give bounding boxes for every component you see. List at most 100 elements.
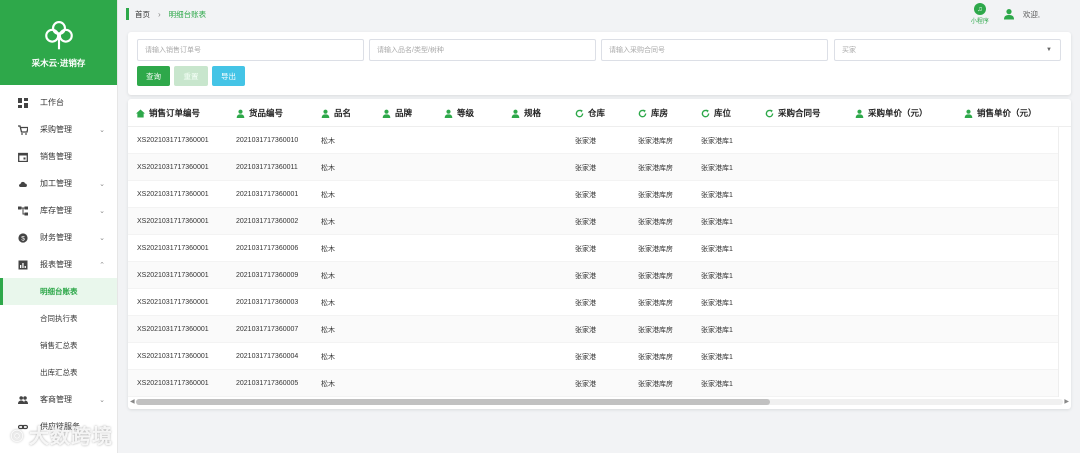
scroll-right-icon[interactable]: ▶	[1064, 398, 1069, 405]
table-row[interactable]: XS2021031717360001 2021031717360011 松木 张家港 张…	[128, 154, 1071, 181]
table-row[interactable]: XS2021031717360001 2021031717360005 松木 张家港 张…	[128, 370, 1071, 397]
column-header-label: 仓库	[588, 108, 606, 118]
table-row[interactable]: XS2021031717360001 2021031717360003 松木 张家港 张…	[128, 289, 1071, 316]
scrollbar-thumb[interactable]	[136, 399, 770, 405]
sidebar-subitem[interactable]: 销售汇总表	[0, 332, 117, 359]
column-header-label: 货品编号	[249, 108, 284, 118]
sidebar-item-label: 库存管理	[40, 206, 72, 215]
column-header[interactable]: 品牌	[382, 99, 412, 127]
table-cell: 张家港	[575, 245, 596, 253]
column-header[interactable]: 品名	[321, 99, 351, 127]
column-header[interactable]: 采购单价（元）	[855, 99, 928, 127]
table-row[interactable]: XS2021031717360001 2021031717360007 松木 张家港 张…	[128, 316, 1071, 343]
table-cell: XS2021031717360001	[137, 137, 209, 144]
table-row[interactable]: XS2021031717360001 2021031717360001 松木 张家港 张…	[128, 181, 1071, 208]
table-cell: 2021031717360010	[236, 137, 299, 144]
buyer-select-placeholder: 买家	[842, 47, 856, 54]
fixed-column-stub	[1058, 127, 1071, 397]
table-cell: XS2021031717360001	[137, 191, 209, 198]
table-cell: 张家港	[575, 218, 596, 226]
logo[interactable]: 采木云·进销存	[0, 0, 117, 85]
user-icon[interactable]	[1003, 8, 1015, 20]
table-cell: 松木	[321, 272, 335, 280]
person-icon	[964, 109, 973, 118]
buyer-select[interactable]: 买家 ▼	[834, 39, 1061, 61]
product-input[interactable]: 请输入品名/类型/树种	[369, 39, 596, 61]
scroll-left-icon[interactable]: ◀	[130, 398, 135, 405]
column-header[interactable]: 销售订单编号	[136, 99, 200, 127]
table-cell: 松木	[321, 164, 335, 172]
cart-icon	[18, 124, 28, 135]
calendar-icon	[18, 152, 28, 162]
table-row[interactable]: XS2021031717360001 2021031717360004 松木 张家港 张…	[128, 343, 1071, 370]
column-header[interactable]: 规格	[511, 99, 541, 127]
column-header-label: 采购合同号	[778, 108, 821, 118]
table-cell: 松木	[321, 353, 335, 361]
flow-icon	[18, 206, 28, 216]
chevron-right-icon: ›	[158, 9, 161, 19]
table-cell: 张家港	[575, 353, 596, 361]
table-cell: 张家港	[575, 164, 596, 172]
table-cell: XS2021031717360001	[137, 245, 209, 252]
table-row[interactable]: XS2021031717360001 2021031717360010 松木 张家港 张…	[128, 127, 1071, 154]
cloud-icon	[18, 179, 28, 189]
column-header[interactable]: 库房	[638, 99, 668, 127]
column-header-label: 库位	[714, 108, 732, 118]
sidebar-item[interactable]: 报表管理 ⌃	[0, 251, 117, 278]
table-cell: 张家港库1	[701, 164, 733, 172]
column-header[interactable]: 库位	[701, 99, 731, 127]
column-header-label: 库房	[651, 108, 669, 118]
sidebar-subitem[interactable]: 出库汇总表	[0, 359, 117, 386]
column-header[interactable]: 仓库	[575, 99, 605, 127]
sidebar-item[interactable]: 采购管理 ⌄	[0, 116, 117, 143]
sidebar-item[interactable]: 工作台	[0, 89, 117, 116]
table-row[interactable]: XS2021031717360001 2021031717360006 松木 张家港 张…	[128, 235, 1071, 262]
sidebar-item-label: 采购管理	[40, 125, 72, 134]
refresh-icon	[638, 108, 647, 118]
sidebar-item[interactable]: $ 财务管理 ⌄	[0, 224, 117, 251]
purchase-contract-input[interactable]: 请输入采购合同号	[601, 39, 828, 61]
column-header[interactable]: 销售单价（元）	[964, 99, 1037, 127]
column-header-label: 品牌	[395, 108, 413, 118]
tree-logo-icon	[44, 20, 73, 49]
column-header-label: 等级	[457, 108, 475, 118]
chevron-icon: ⌃	[99, 261, 105, 269]
column-header[interactable]: 采购合同号	[765, 99, 821, 127]
breadcrumb-home[interactable]: 首页	[135, 9, 150, 20]
sidebar-subitem[interactable]: 合同执行表	[0, 305, 117, 332]
sidebar-item-label: 加工管理	[40, 179, 72, 188]
sidebar-subitem[interactable]: 明细台账表	[0, 278, 117, 305]
table-cell: 2021031717360004	[236, 353, 299, 360]
breadcrumb-current[interactable]: 明细台账表	[169, 9, 207, 20]
table-cell: 松木	[321, 299, 335, 307]
breadcrumb-marker	[126, 8, 129, 20]
sidebar-item[interactable]: 加工管理 ⌄	[0, 170, 117, 197]
table-cell: XS2021031717360001	[137, 164, 209, 171]
mini-program-icon: ♫	[973, 3, 986, 15]
sales-order-input[interactable]: 请输入销售订单号	[137, 39, 364, 61]
export-button[interactable]: 导出	[212, 66, 245, 86]
horizontal-scrollbar[interactable]	[136, 399, 1063, 405]
chevron-icon: ⌄	[99, 207, 105, 215]
column-header[interactable]: 货品编号	[236, 99, 283, 127]
person-icon	[855, 109, 864, 118]
table-row[interactable]: XS2021031717360001 2021031717360009 松木 张家港 张…	[128, 262, 1071, 289]
chevron-icon: ⌄	[99, 396, 105, 404]
refresh-icon	[765, 108, 774, 118]
mini-program-button[interactable]: ♫ 小程序	[971, 3, 989, 25]
table-cell: 2021031717360007	[236, 326, 299, 333]
reset-button[interactable]: 重置	[174, 66, 208, 86]
sidebar-item[interactable]: 客商管理 ⌄	[0, 386, 117, 413]
sidebar-item[interactable]: 库存管理 ⌄	[0, 197, 117, 224]
sidebar-item-label: 销售管理	[40, 152, 72, 161]
column-header[interactable]: 等级	[444, 99, 474, 127]
table-row[interactable]: XS2021031717360001 2021031717360002 松木 张家港 张…	[128, 208, 1071, 235]
sidebar-item-label: 财务管理	[40, 233, 72, 242]
sidebar-item[interactable]: 销售管理	[0, 143, 117, 170]
table-cell: 张家港库1	[701, 218, 733, 226]
table-cell: 张家港库1	[701, 245, 733, 253]
refresh-icon	[701, 108, 710, 118]
table-cell: 张家港库房	[638, 245, 673, 253]
table-cell: 张家港库1	[701, 137, 733, 145]
query-button[interactable]: 查询	[137, 66, 170, 86]
